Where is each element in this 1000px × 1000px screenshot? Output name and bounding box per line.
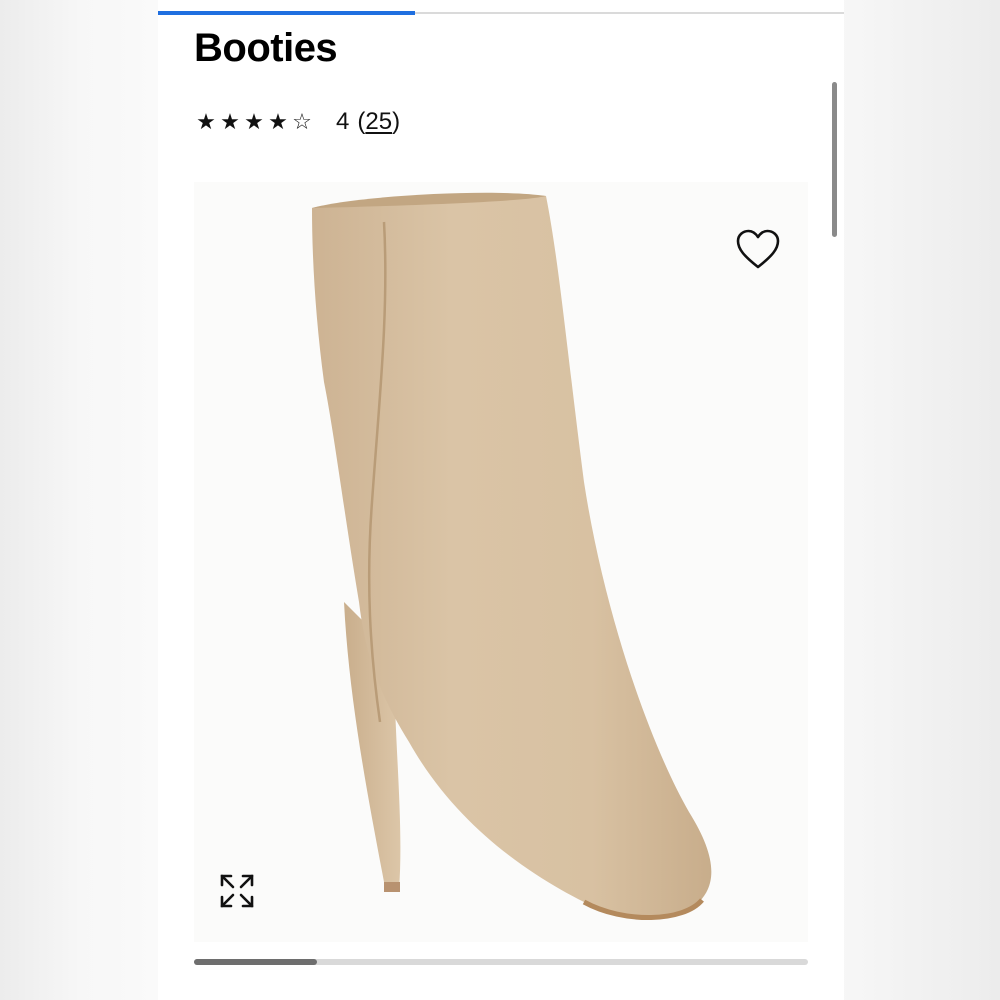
heart-icon [736,229,780,269]
review-count[interactable]: (25) [357,108,400,136]
zoom-image-button[interactable] [216,870,258,912]
star-filled-icon: ★ [268,109,288,134]
star-rating: ★ ★ ★ ★ ☆ [196,111,312,133]
rating-value: 4 [336,108,350,135]
carousel-scroll-thumb[interactable] [194,959,317,965]
wishlist-heart-button[interactable] [734,226,782,274]
product-rating[interactable]: ★ ★ ★ ★ ☆ 4 (25) [196,108,400,136]
review-count-close: ) [392,108,401,135]
star-filled-icon: ★ [220,109,240,134]
star-filled-icon: ★ [196,109,216,134]
boot-photo [312,192,712,920]
star-filled-icon: ★ [244,109,264,134]
vertical-scrollbar[interactable] [832,82,837,237]
heel-tip [384,882,400,892]
expand-icon [220,874,254,908]
product-page: Booties ★ ★ ★ ★ ☆ 4 (25) [158,0,844,1000]
review-count-link[interactable]: 25 [365,108,392,135]
page-load-progress-fill [158,11,415,15]
product-image[interactable] [194,182,808,942]
product-title: Booties [194,26,338,70]
star-empty-icon: ☆ [292,109,312,134]
